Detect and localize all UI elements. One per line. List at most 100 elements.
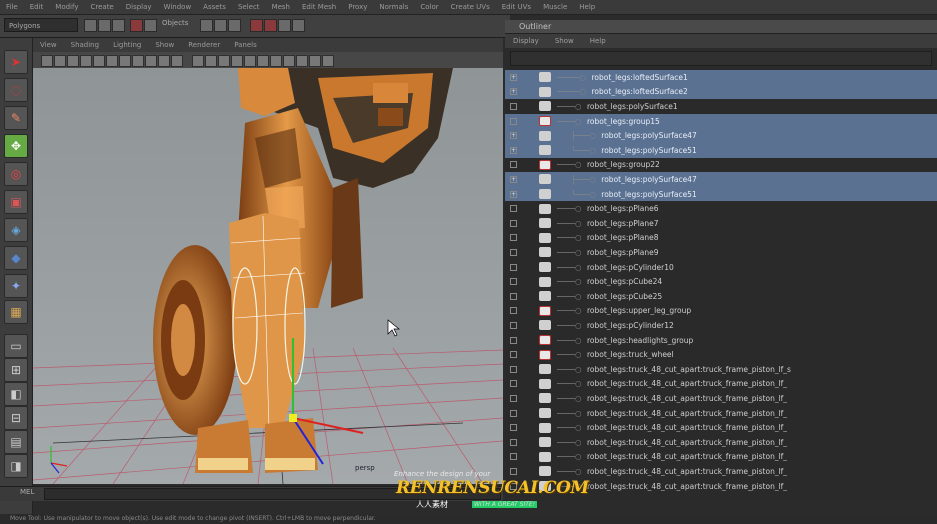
menu-item[interactable]: Help [573,3,601,11]
lasso-tool-icon[interactable]: ◌ [4,78,28,102]
menu-item[interactable]: Create [84,3,119,11]
viewport-toolbar-icon[interactable] [205,55,217,67]
expand-toggle-icon[interactable] [510,409,517,417]
soft-mod-icon[interactable]: ◆ [4,246,28,270]
outliner-row[interactable]: + ─────○ robot_legs:loftedSurface2 [505,84,937,100]
ipr-render-icon[interactable] [278,19,291,32]
manipulator-tool-icon[interactable]: ◈ [4,218,28,242]
rotate-tool-icon[interactable]: ◎ [4,162,28,186]
outliner-row[interactable]: ────○ robot_legs:truck_48_cut_apart:truc… [505,420,937,435]
expand-toggle-icon[interactable] [510,219,517,227]
persp-graph-layout-icon[interactable]: ⊟ [4,406,28,430]
expand-toggle-icon[interactable] [510,321,517,329]
viewport-toolbar-icon[interactable] [218,55,230,67]
expand-toggle-icon[interactable]: + [510,175,517,183]
outliner-menu-item[interactable]: Help [582,37,614,45]
open-scene-icon[interactable] [98,19,111,32]
viewport-toolbar-icon[interactable] [80,55,92,67]
expand-toggle-icon[interactable] [510,336,517,344]
expand-toggle-icon[interactable] [510,292,517,300]
outliner-row[interactable]: ────○ robot_legs:pPlane7 [505,216,937,231]
expand-toggle-icon[interactable]: + [510,73,517,81]
outliner-filter-field[interactable] [510,51,932,66]
viewport-toolbar-icon[interactable] [119,55,131,67]
show-manip-icon[interactable]: ▦ [4,300,28,324]
persp-outliner-layout-icon[interactable]: ◧ [4,382,28,406]
menu-item[interactable]: Normals [373,3,414,11]
viewport-menu-item[interactable]: Show [148,41,181,49]
outliner-row[interactable]: ────○ robot_legs:pPlane6 [505,201,937,216]
hypershade-layout-icon[interactable]: ▤ [4,430,28,454]
viewport-menu-item[interactable]: Shading [64,41,106,49]
viewport-toolbar-icon[interactable] [283,55,295,67]
viewport-toolbar-icon[interactable] [54,55,66,67]
outliner-row[interactable]: ────○ robot_legs:pCube25 [505,289,937,304]
scale-tool-icon[interactable]: ▣ [4,190,28,214]
viewport-toolbar-icon[interactable] [192,55,204,67]
viewport-menu-item[interactable]: Renderer [181,41,227,49]
four-view-layout-icon[interactable]: ⊞ [4,358,28,382]
menu-item[interactable]: Window [158,3,198,11]
outliner-row[interactable]: ────○ robot_legs:truck_48_cut_apart:truc… [505,464,937,479]
menu-item[interactable]: Color [414,3,444,11]
expand-toggle-icon[interactable] [510,234,517,242]
viewport-toolbar-icon[interactable] [270,55,282,67]
outliner-row[interactable]: ────○ robot_legs:truck_wheel [505,347,937,362]
viewport-menu-item[interactable]: Panels [227,41,264,49]
paint-select-icon[interactable]: ✎ [4,106,28,130]
outliner-layout-icon[interactable]: ◨ [4,454,28,478]
snap-grid-icon[interactable] [200,19,213,32]
history-icon[interactable] [250,19,263,32]
viewport-toolbar-icon[interactable] [309,55,321,67]
menu-item[interactable]: Edit Mesh [296,3,342,11]
outliner-menu-item[interactable]: Display [505,37,547,45]
menu-item[interactable]: Modify [49,3,84,11]
expand-toggle-icon[interactable] [510,365,517,373]
outliner-row[interactable]: ────○ robot_legs:group15 [505,113,937,129]
menu-item[interactable]: Assets [197,3,232,11]
single-perspective-layout-icon[interactable]: ▭ [4,334,28,358]
viewport-toolbar-icon[interactable] [296,55,308,67]
outliner-row[interactable]: ────○ robot_legs:truck_48_cut_apart:truc… [505,406,937,421]
outliner-row[interactable]: ────○ robot_legs:polySurface1 [505,99,937,114]
expand-toggle-icon[interactable] [510,424,517,432]
expand-toggle-icon[interactable]: + [510,88,517,96]
outliner-row[interactable]: + ─────○ robot_legs:loftedSurface1 [505,70,937,85]
expand-toggle-icon[interactable] [510,205,517,213]
menu-item[interactable]: Proxy [342,3,373,11]
outliner-row[interactable]: ────○ robot_legs:truck_48_cut_apart:truc… [505,435,937,450]
outliner-row[interactable]: + ├───○ robot_legs:polySurface47 [505,172,937,187]
move-tool-icon[interactable]: ✥ [4,134,28,158]
expand-toggle-icon[interactable] [510,394,517,402]
expand-toggle-icon[interactable] [510,263,517,271]
select-hierarchy-icon[interactable] [130,19,143,32]
mel-label[interactable]: MEL [20,488,34,496]
save-scene-icon[interactable] [112,19,125,32]
expand-toggle-icon[interactable] [510,453,517,461]
outliner-row[interactable]: ────○ robot_legs:group22 [505,158,937,173]
outliner-row[interactable]: ────○ robot_legs:truck_48_cut_apart:truc… [505,450,937,465]
viewport-toolbar-icon[interactable] [93,55,105,67]
menu-item[interactable]: Display [120,3,158,11]
menu-item[interactable]: Edit UVs [496,3,537,11]
menu-item[interactable]: Select [232,3,266,11]
viewport-toolbar-icon[interactable] [257,55,269,67]
render-settings-icon[interactable] [292,19,305,32]
outliner-row[interactable]: + └───○ robot_legs:polySurface51 [505,143,937,158]
outliner-row[interactable]: ────○ robot_legs:pCylinder12 [505,318,937,333]
expand-toggle-icon[interactable] [510,117,517,125]
outliner-row[interactable]: ────○ robot_legs:truck_48_cut_apart:truc… [505,362,937,377]
menu-item[interactable]: Edit [24,3,50,11]
menu-item[interactable]: Mesh [266,3,296,11]
outliner-row[interactable]: ────○ robot_legs:pPlane9 [505,245,937,260]
expand-toggle-icon[interactable] [510,248,517,256]
expand-toggle-icon[interactable]: + [510,132,517,140]
expand-toggle-icon[interactable] [510,102,517,110]
expand-toggle-icon[interactable]: + [510,190,517,198]
outliner-row[interactable]: ────○ robot_legs:truck_48_cut_apart:truc… [505,391,937,406]
menu-set-select[interactable]: Polygons [4,18,78,32]
outliner-row[interactable]: + ├───○ robot_legs:polySurface47 [505,128,937,143]
select-object-icon[interactable] [144,19,157,32]
outliner-title-bar[interactable]: Outliner [505,20,937,34]
viewport-menu-item[interactable]: View [33,41,64,49]
